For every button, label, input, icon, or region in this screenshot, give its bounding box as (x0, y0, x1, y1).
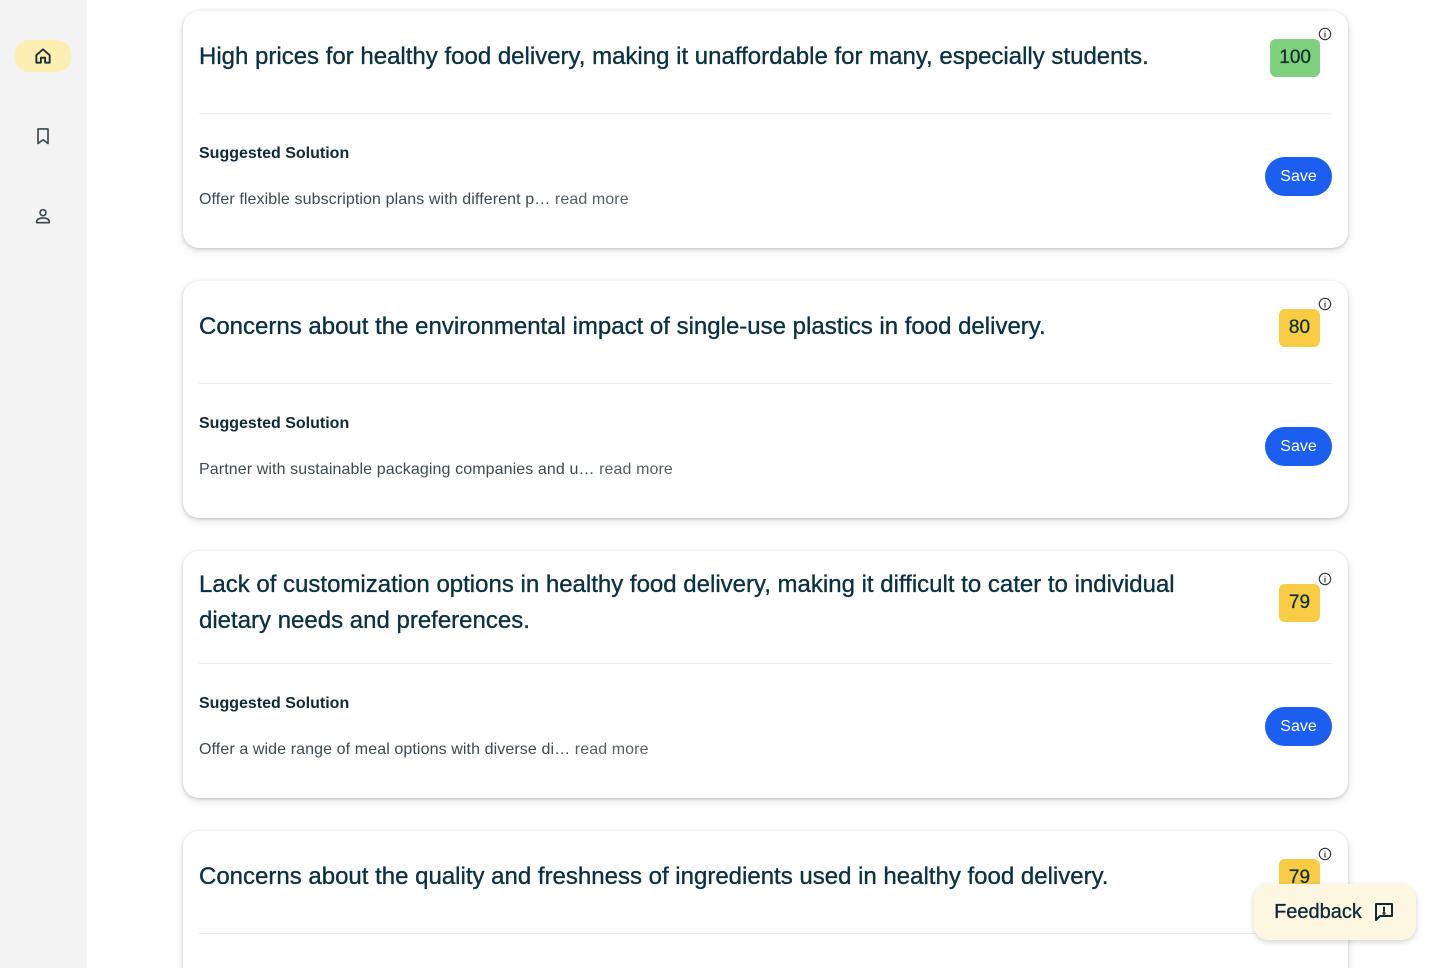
info-icon[interactable] (1318, 27, 1332, 41)
card-header: Lack of customization options in healthy… (199, 551, 1332, 664)
solution-label: Suggested Solution (199, 695, 350, 712)
solution-text: Offer a wide range of meal options with … (199, 741, 649, 759)
solution-excerpt: Partner with sustainable packaging compa… (199, 461, 595, 478)
feedback-label: Feedback (1274, 900, 1362, 923)
sidebar (0, 0, 87, 968)
feedback-icon (1374, 903, 1393, 921)
solution-label: Suggested Solution (199, 145, 350, 162)
problem-card: High prices for healthy food delivery, m… (183, 11, 1348, 248)
solution-text: Partner with sustainable packaging compa… (199, 461, 673, 479)
save-button[interactable]: Save (1265, 707, 1332, 746)
person-icon (35, 208, 51, 224)
problem-title: Lack of customization options in healthy… (199, 571, 1175, 634)
problem-card: Concerns about the quality and freshness… (183, 831, 1348, 968)
info-icon[interactable] (1318, 847, 1332, 861)
read-more-link[interactable]: read more (575, 741, 649, 758)
problem-title: Concerns about the quality and freshness… (199, 863, 1109, 890)
solution-excerpt: Offer a wide range of meal options with … (199, 741, 571, 758)
save-button[interactable]: Save (1265, 427, 1332, 466)
score-badge: 100 (1270, 39, 1320, 77)
info-icon[interactable] (1318, 572, 1332, 586)
info-icon[interactable] (1318, 297, 1332, 311)
score-badge: 79 (1279, 584, 1320, 622)
problem-title: High prices for healthy food delivery, m… (199, 43, 1149, 70)
problem-title: Concerns about the environmental impact … (199, 313, 1046, 340)
read-more-link[interactable]: read more (599, 461, 673, 478)
card-header: Concerns about the quality and freshness… (199, 831, 1332, 934)
card-header: High prices for healthy food delivery, m… (199, 11, 1332, 114)
bookmark-icon (37, 128, 49, 145)
save-button[interactable]: Save (1265, 157, 1332, 196)
problem-list: High prices for healthy food delivery, m… (87, 0, 1444, 968)
solution-label: Suggested Solution (199, 415, 350, 432)
card-header: Concerns about the environmental impact … (199, 281, 1332, 384)
nav-home[interactable] (15, 40, 71, 72)
read-more-link[interactable]: read more (555, 191, 629, 208)
solution-excerpt: Offer flexible subscription plans with d… (199, 191, 551, 208)
problem-card: Concerns about the environmental impact … (183, 281, 1348, 518)
feedback-button[interactable]: Feedback (1254, 884, 1416, 940)
problem-card: Lack of customization options in healthy… (183, 551, 1348, 798)
home-icon (35, 48, 51, 64)
score-badge: 80 (1279, 309, 1320, 347)
nav-profile[interactable] (15, 200, 71, 232)
nav-saved[interactable] (15, 120, 71, 152)
solution-text: Offer flexible subscription plans with d… (199, 191, 629, 209)
